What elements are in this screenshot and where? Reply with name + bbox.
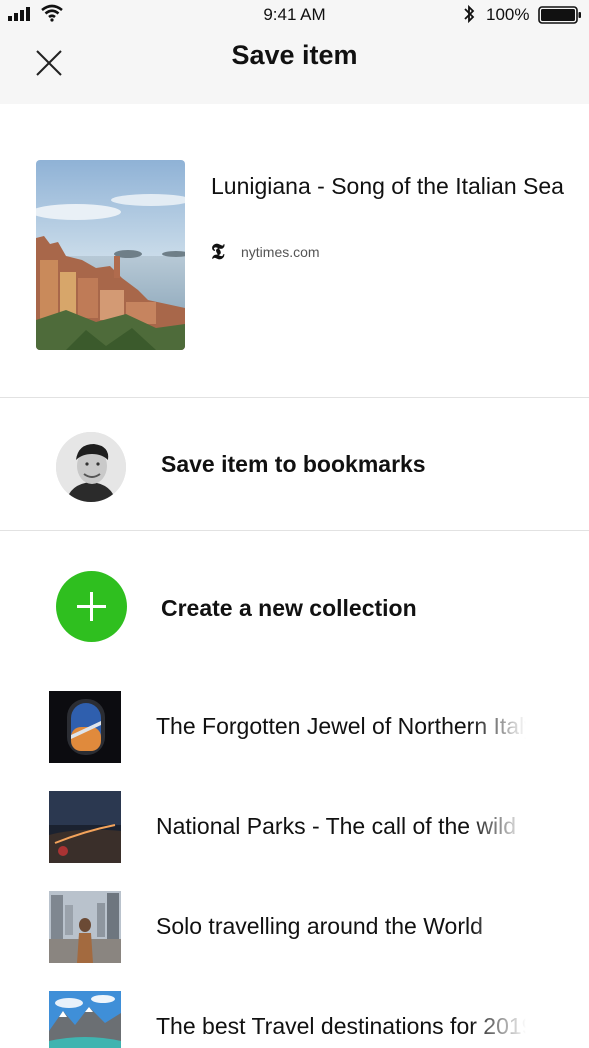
collection-item[interactable]: The Forgotten Jewel of Northern Italy [0, 691, 589, 791]
status-bar: 9:41 AM 100% [0, 0, 589, 30]
collection-thumbnail [49, 791, 121, 863]
save-to-bookmarks-button[interactable]: Save item to bookmarks [0, 398, 589, 530]
create-collection-label: Create a new collection [161, 595, 417, 621]
collection-item[interactable]: The best Travel destinations for 2019 [0, 991, 589, 1048]
collection-label: National Parks - The call of the wild [156, 813, 517, 839]
save-to-bookmarks-label: Save item to bookmarks [161, 451, 426, 477]
collection-label: Solo travelling around the World [156, 913, 483, 939]
create-collection-button[interactable]: Create a new collection [0, 531, 589, 671]
item-thumbnail [36, 160, 185, 350]
item-source: 𝕿 nytimes.com [211, 240, 320, 264]
collection-item[interactable]: National Parks - The call of the wild [0, 791, 589, 891]
nytimes-logo-icon: 𝕿 [211, 239, 225, 265]
add-collection-icon [56, 571, 127, 642]
collection-thumbnail [49, 891, 121, 963]
avatar [56, 432, 126, 502]
collection-item[interactable]: Solo travelling around the World [0, 891, 589, 991]
item-card: Lunigiana - Song of the Italian Sea 𝕿 ny… [0, 104, 589, 397]
collection-thumbnail [49, 691, 121, 763]
nav-bar: Save item [0, 30, 589, 104]
collection-label: The Forgotten Jewel of Northern Italy [156, 713, 526, 739]
item-title[interactable]: Lunigiana - Song of the Italian Sea [211, 171, 571, 202]
battery-icon [538, 6, 581, 24]
battery-percent: 100% [486, 5, 530, 24]
collection-label: The best Travel destinations for 2019 [156, 1013, 526, 1039]
source-domain: nytimes.com [241, 244, 320, 260]
bluetooth-icon [464, 4, 475, 24]
page-title: Save item [231, 40, 358, 70]
collection-thumbnail [49, 991, 121, 1048]
